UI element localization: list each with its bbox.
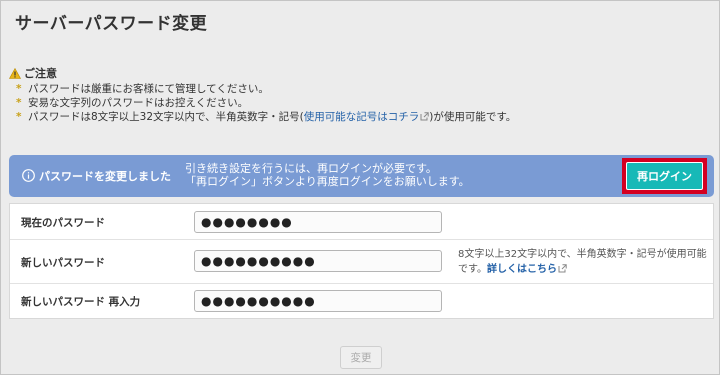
form-row-current-password: 現在のパスワード	[10, 204, 713, 240]
warning-triangle-icon	[9, 67, 21, 79]
info-circle-icon	[22, 169, 35, 182]
banner-title: パスワードを変更しました	[39, 170, 171, 183]
relogin-button[interactable]: 再ログイン	[626, 162, 703, 190]
password-form: 現在のパスワード 新しいパスワード 8文字以上32文字以内で、半角英数字・記号が…	[9, 203, 714, 319]
details-link-text[interactable]: 詳しくはこちら	[487, 264, 557, 275]
notice-section: ご注意 パスワードは厳重にお客様にて管理してください。 安易な文字列のパスワード…	[9, 65, 516, 124]
usable-symbols-link[interactable]: 使用可能な記号はコチラ	[304, 111, 430, 123]
new-password-input[interactable]	[194, 250, 442, 272]
notice-item: パスワードは8文字以上32文字以内で、半角英数字・記号(使用可能な記号はコチラ)…	[15, 110, 516, 124]
change-button[interactable]: 変更	[340, 346, 382, 369]
success-banner: パスワードを変更しました 引き続き設定を行うには、再ログインが必要です。 「再ロ…	[9, 155, 714, 197]
banner-message-line: 引き続き設定を行うには、再ログインが必要です。	[185, 162, 437, 175]
form-row-confirm-password: 新しいパスワード 再入力	[10, 284, 713, 319]
notice-list: パスワードは厳重にお客様にて管理してください。 安易な文字列のパスワードはお控え…	[15, 82, 516, 124]
banner-message: 引き続き設定を行うには、再ログインが必要です。 「再ログイン」ボタンより再度ログ…	[185, 162, 470, 188]
banner-message-line: 「再ログイン」ボタンより再度ログインをお願いします。	[185, 175, 470, 188]
form-row-new-password: 新しいパスワード 8文字以上32文字以内で、半角英数字・記号が使用可能です。詳し…	[10, 240, 713, 284]
notice-heading: ご注意	[9, 65, 516, 81]
current-password-label: 現在のパスワード	[21, 217, 105, 229]
usable-symbols-link-text[interactable]: 使用可能な記号はコチラ	[304, 111, 420, 123]
confirm-password-label: 新しいパスワード 再入力	[21, 296, 141, 308]
notice-heading-text: ご注意	[24, 67, 57, 80]
confirm-password-input[interactable]	[194, 290, 442, 312]
notice-item-text: パスワードは8文字以上32文字以内で、半角英数字・記号(	[28, 111, 304, 123]
notice-item: パスワードは厳重にお客様にて管理してください。	[15, 82, 516, 96]
password-hint: 8文字以上32文字以内で、半角英数字・記号が使用可能です。詳しくはこちら	[458, 247, 714, 277]
current-password-input[interactable]	[194, 211, 442, 233]
details-link[interactable]: 詳しくはこちら	[487, 264, 567, 275]
new-password-label: 新しいパスワード	[21, 257, 105, 269]
notice-item-text: )が使用可能です。	[429, 111, 517, 123]
page-title: サーバーパスワード変更	[15, 14, 208, 34]
notice-item: 安易な文字列のパスワードはお控えください。	[15, 96, 516, 110]
external-link-icon	[420, 112, 429, 121]
external-link-icon	[558, 264, 567, 273]
